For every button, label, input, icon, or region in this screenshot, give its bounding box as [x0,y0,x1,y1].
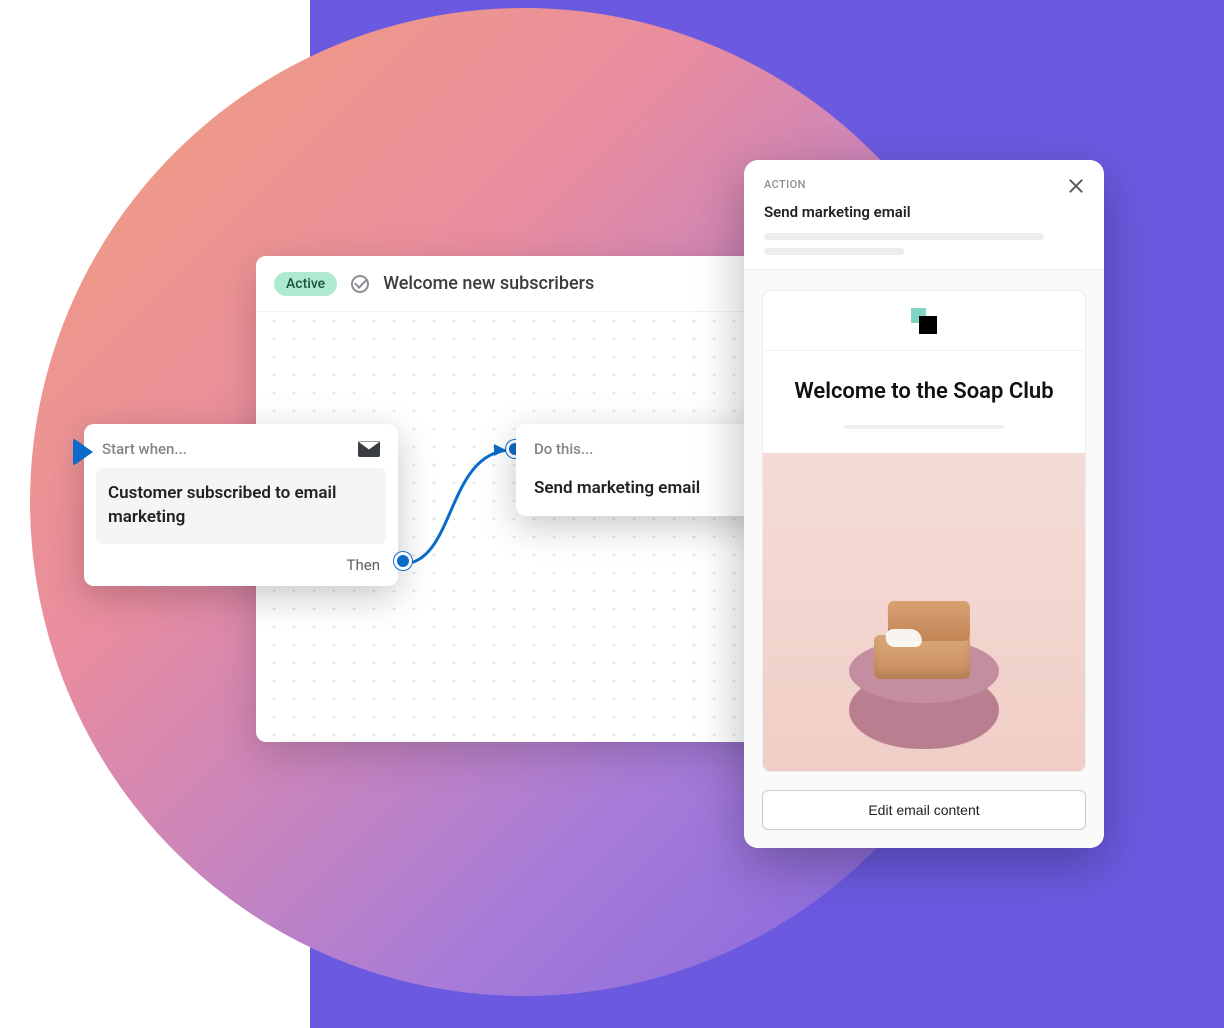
action-detail-panel: ACTION Send marketing email Welcome to t… [744,160,1104,848]
trigger-card-header: Start when... [96,438,386,468]
trigger-body: Customer subscribed to email marketing [96,468,386,544]
email-preview[interactable]: Welcome to the Soap Club [762,290,1086,772]
trigger-label: Start when... [102,440,187,458]
panel-body: Welcome to the Soap Club [744,270,1104,772]
placeholder-line [764,248,904,255]
mail-icon [358,441,380,457]
email-logo-area [763,291,1085,351]
close-icon[interactable] [1068,178,1084,194]
panel-footer: Edit email content [744,772,1104,848]
connector-arrow-icon [494,444,506,456]
logo-icon [911,308,937,334]
placeholder-line [764,233,1044,240]
panel-header: ACTION Send marketing email [744,160,1104,270]
action-label: Do this... [534,440,593,458]
email-hero-image [763,453,1085,771]
check-circle-icon [351,275,369,293]
play-icon [73,438,93,466]
status-badge: Active [274,272,337,296]
edit-email-button[interactable]: Edit email content [762,790,1086,830]
panel-title: Send marketing email [764,203,1084,221]
workflow-title: Welcome new subscribers [383,273,594,294]
panel-eyebrow: ACTION [764,178,806,191]
connector-dot-start[interactable] [394,552,412,570]
email-divider [844,425,1004,429]
trigger-footer: Then [96,544,386,574]
trigger-card[interactable]: Start when... Customer subscribed to ema… [84,424,398,586]
email-heading: Welcome to the Soap Club [763,351,1085,425]
